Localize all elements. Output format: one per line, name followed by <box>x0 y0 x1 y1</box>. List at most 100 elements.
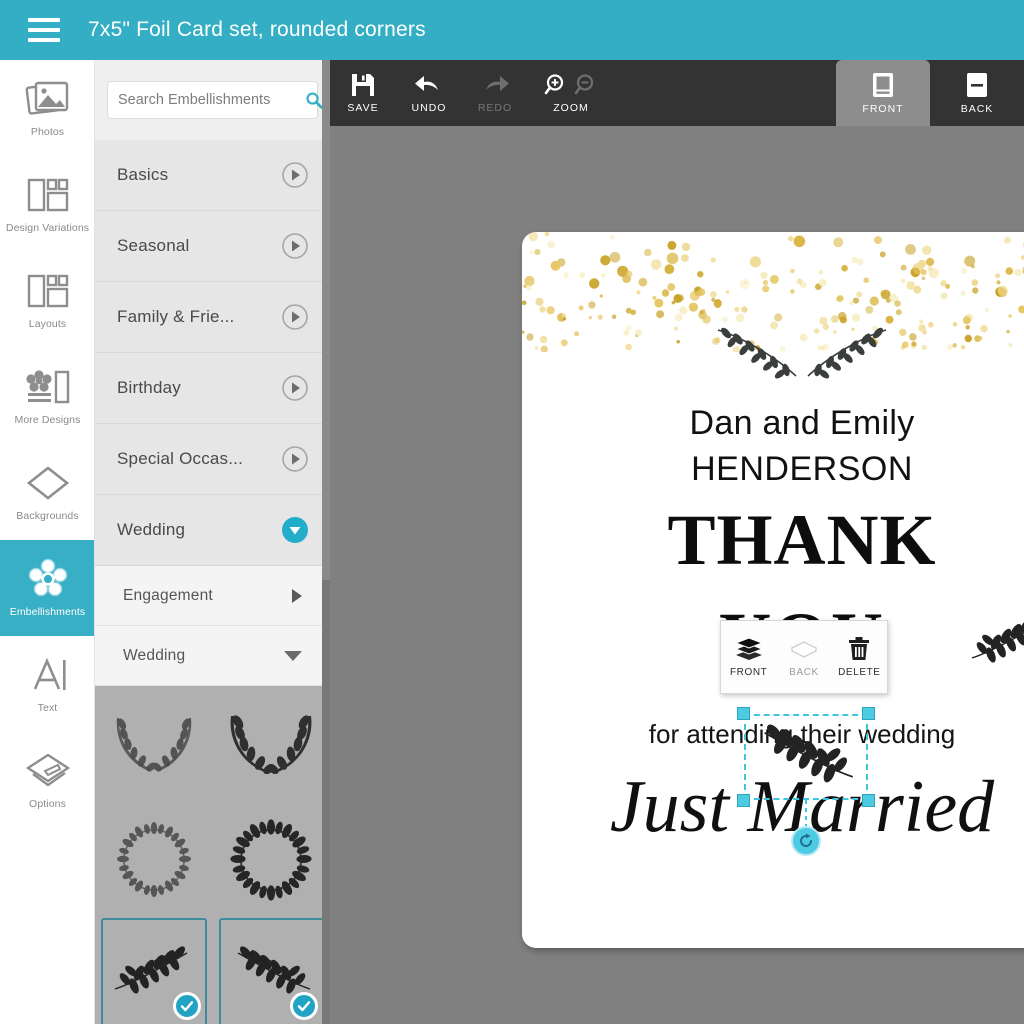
design-variations-icon <box>27 178 68 211</box>
category-label: Basics <box>117 165 169 184</box>
sidebar-item-label: Text <box>37 701 58 714</box>
tab-label: FRONT <box>862 102 904 115</box>
rotate-icon <box>800 833 812 847</box>
subcategory-row-wedding[interactable]: Wedding <box>95 626 330 686</box>
category-label: Wedding <box>117 520 186 539</box>
category-row-basics[interactable]: Basics <box>95 140 330 211</box>
sidebar-item-options[interactable]: Options <box>0 732 94 828</box>
tab-front[interactable]: FRONT <box>836 60 930 126</box>
search-input[interactable] <box>118 92 305 108</box>
delete-button[interactable]: DELETE <box>832 620 887 694</box>
card-front-icon <box>873 72 893 97</box>
branch-sprig-icon[interactable] <box>968 610 1024 672</box>
list-item[interactable] <box>101 918 207 1024</box>
card-back-icon <box>967 72 987 97</box>
chevron-right-icon[interactable] <box>281 161 309 189</box>
selection-outline <box>744 714 868 800</box>
sidebar-item-label: Layouts <box>28 317 67 330</box>
sidebar-item-layouts[interactable]: Layouts <box>0 252 94 348</box>
chevron-right-icon[interactable] <box>281 374 309 402</box>
card-thank-word[interactable]: THANK <box>522 504 1024 576</box>
category-label: Seasonal <box>117 236 190 255</box>
trash-icon <box>849 637 870 660</box>
panel-scrollbar-thumb[interactable] <box>322 60 330 580</box>
redo-button[interactable]: REDO <box>462 60 528 126</box>
embellishment-thumbnail-area <box>95 686 330 1024</box>
sidebar-item-more-designs[interactable]: More Designs <box>0 348 94 444</box>
page-title: 7x5" Foil Card set, rounded corners <box>88 18 426 41</box>
selected-check-badge <box>172 992 201 1020</box>
search-box[interactable] <box>107 81 323 119</box>
resize-handle-top-left[interactable] <box>737 707 750 720</box>
selection-bounding-box[interactable] <box>737 707 875 856</box>
category-row-seasonal[interactable]: Seasonal <box>95 211 330 282</box>
embellishment-thumbnail-grid <box>95 692 330 1024</box>
context-label: BACK <box>789 667 819 678</box>
bring-to-front-button[interactable]: FRONT <box>721 620 776 694</box>
context-label: FRONT <box>729 667 768 678</box>
design-canvas[interactable]: Dan and Emily HENDERSON THANK YOU for at… <box>330 126 1024 1024</box>
resize-handle-top-right[interactable] <box>862 707 875 720</box>
undo-button[interactable]: UNDO <box>396 60 462 126</box>
chevron-right-icon[interactable] <box>281 303 309 331</box>
chevron-right-icon[interactable] <box>281 445 309 473</box>
list-item[interactable] <box>101 806 207 914</box>
list-item[interactable] <box>219 694 325 802</box>
sidebar-item-embellishments[interactable]: Embellishments <box>0 540 94 636</box>
list-item[interactable] <box>101 694 207 802</box>
toolbar-label: UNDO <box>411 102 447 114</box>
zoom-out-icon[interactable] <box>572 72 598 98</box>
embellishments-panel: Basics Seasonal Family & Frie... Birthda… <box>95 60 330 1024</box>
rotate-handle[interactable] <box>791 826 821 856</box>
list-item[interactable] <box>219 806 325 914</box>
sidebar-item-photos[interactable]: Photos <box>0 60 94 156</box>
card-name-line-2[interactable]: HENDERSON <box>522 450 1024 489</box>
toolbar-label: SAVE <box>347 102 379 114</box>
category-row-birthday[interactable]: Birthday <box>95 353 330 424</box>
tab-back[interactable]: BACK <box>930 60 1024 126</box>
card-name-line-1[interactable]: Dan and Emily <box>522 404 1024 443</box>
category-row-special-occasions[interactable]: Special Occas... <box>95 424 330 495</box>
text-icon <box>33 657 66 690</box>
sidebar-item-text[interactable]: Text <box>0 636 94 732</box>
card-preview[interactable]: Dan and Emily HENDERSON THANK YOU for at… <box>522 232 1024 948</box>
send-to-back-button[interactable]: BACK <box>776 620 831 694</box>
zoom-button[interactable]: ZOOM <box>528 60 614 126</box>
sidebar-item-design-variations[interactable]: Design Variations <box>0 156 94 252</box>
redo-icon <box>486 76 509 91</box>
category-label: Family & Frie... <box>117 307 235 326</box>
category-row-family-friends[interactable]: Family & Frie... <box>95 282 330 353</box>
toolbar-actions: SAVE UNDO REDO ZOOM <box>330 60 614 126</box>
category-row-wedding[interactable]: Wedding <box>95 495 330 566</box>
hamburger-icon[interactable] <box>28 18 60 42</box>
laurel-wreath-open-light-icon <box>116 718 191 772</box>
subcategory-row-engagement[interactable]: Engagement <box>95 566 330 626</box>
chevron-right-icon[interactable] <box>292 588 302 603</box>
sidebar-item-backgrounds[interactable]: Backgrounds <box>0 444 94 540</box>
save-button[interactable]: SAVE <box>330 60 396 126</box>
left-nav-rail: Photos Design Variations Layouts More De… <box>0 60 95 1024</box>
wreath-circle-bold-icon <box>230 819 312 901</box>
chevron-right-icon[interactable] <box>281 232 309 260</box>
search-icon[interactable] <box>305 91 323 109</box>
check-icon <box>297 1001 311 1012</box>
zoom-icon <box>544 72 598 98</box>
resize-handle-bottom-left[interactable] <box>737 794 750 807</box>
check-icon <box>180 1001 193 1012</box>
app-header: 7x5" Foil Card set, rounded corners <box>0 0 1024 60</box>
list-item[interactable] <box>218 918 324 1024</box>
toolbar-label: REDO <box>477 102 513 114</box>
zoom-in-icon[interactable] <box>544 72 570 98</box>
rotate-handle-stem <box>805 800 807 826</box>
sidebar-item-label: Options <box>29 797 66 810</box>
chevron-down-icon[interactable] <box>284 650 302 661</box>
laurel-pair-icon <box>717 327 887 379</box>
context-label: DELETE <box>838 667 881 678</box>
sidebar-item-label: Embellishments <box>9 605 86 618</box>
panel-scrollbar[interactable] <box>322 60 330 1024</box>
options-icon <box>25 753 70 787</box>
card-designer-app: 7x5" Foil Card set, rounded corners Phot… <box>0 0 1024 1024</box>
chevron-down-icon[interactable] <box>281 516 309 544</box>
embellishments-icon <box>28 558 67 597</box>
resize-handle-bottom-right[interactable] <box>862 794 875 807</box>
